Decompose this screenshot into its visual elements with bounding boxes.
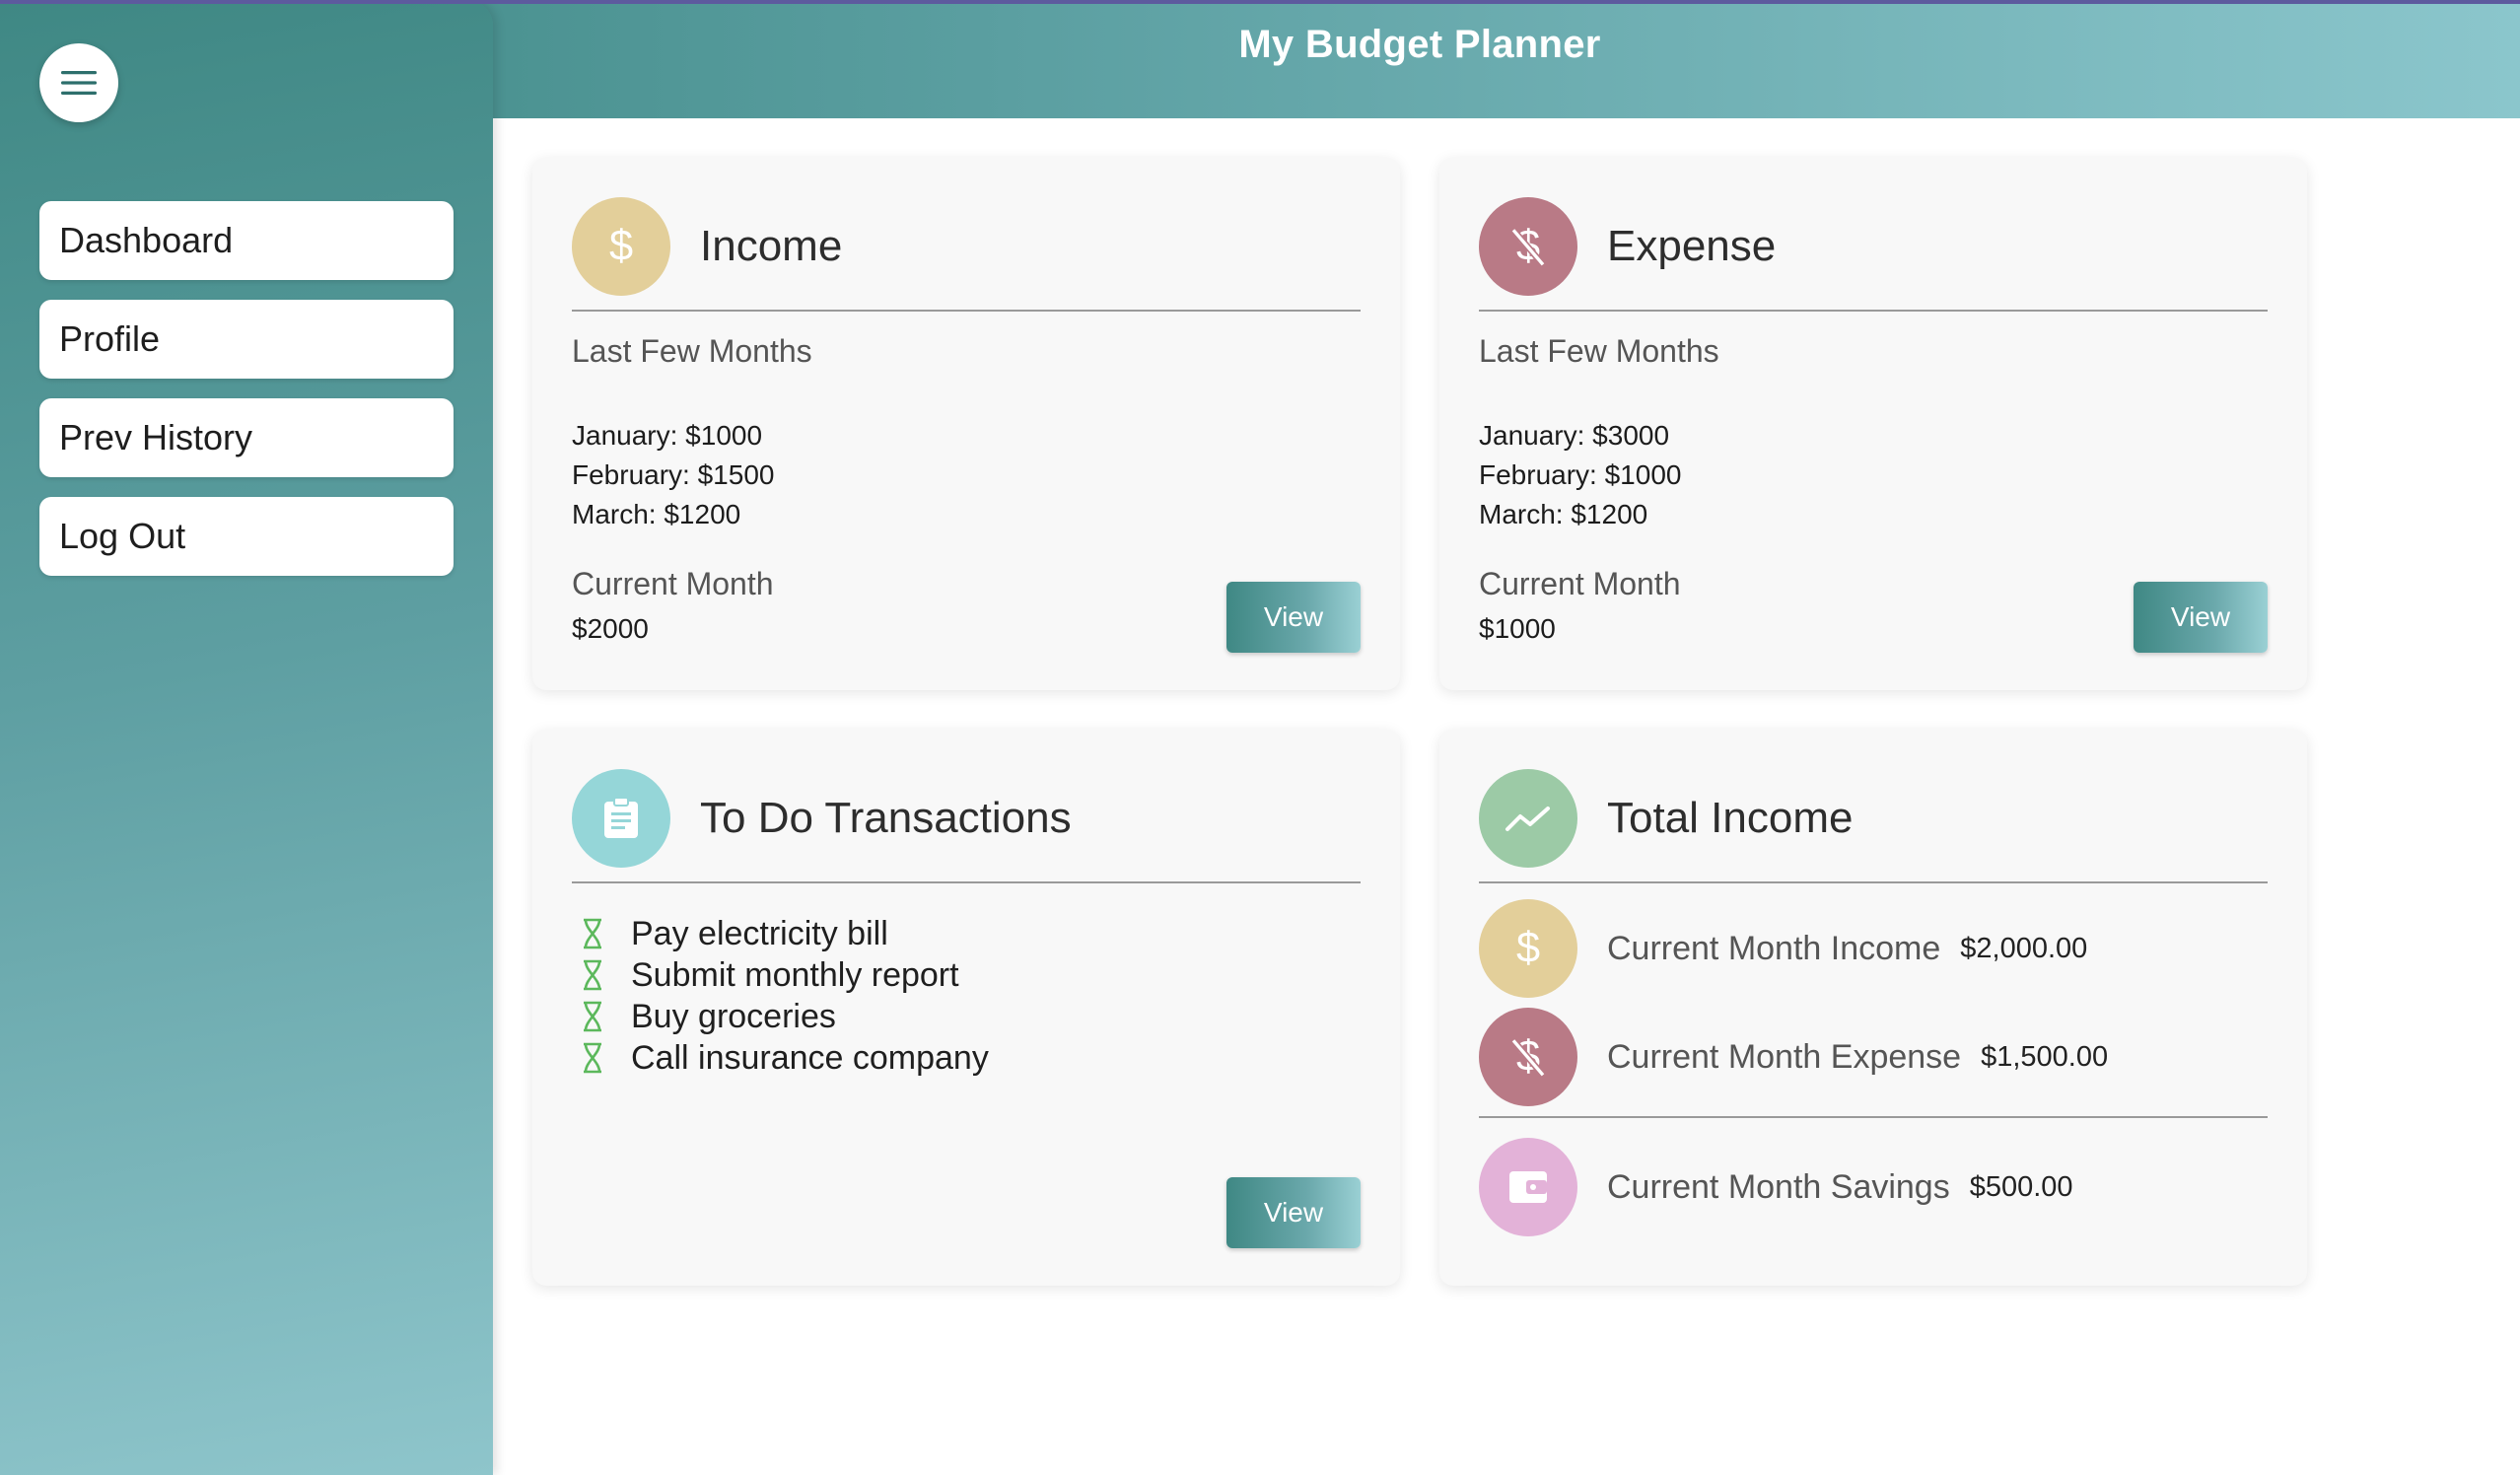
top-edge-line [0,0,2520,4]
todo-item: Pay electricity bill [582,913,989,954]
sidebar-item-prev-history[interactable]: Prev History [39,398,454,477]
total-row-label: Current Month Income [1607,929,1941,967]
total-row-savings: Current Month Savings $500.00 [1479,1138,2268,1236]
income-icon-circle: $ [1479,899,1577,998]
total-row-income: $ Current Month Income $2,000.00 [1479,899,2268,998]
total-row-label: Current Month Expense [1607,1037,1962,1076]
expense-view-button[interactable]: View [2134,582,2268,653]
income-title: Income [700,222,843,270]
hourglass-icon [582,1001,605,1032]
income-month-item: March: $1200 [572,499,741,529]
dollar-icon: $ [1516,924,1540,971]
todo-item-label: Pay electricity bill [631,914,888,952]
expense-icon-circle: $ [1479,1008,1577,1106]
todo-card: To Do Transactions Pay electricity bill … [532,730,1400,1286]
todo-divider [572,881,1361,883]
no-dollar-icon: $ [1510,222,1546,269]
expense-section-label: Last Few Months [1479,333,1719,369]
todo-item-label: Call insurance company [631,1038,989,1077]
hourglass-icon [582,918,605,949]
sidebar-item-profile[interactable]: Profile [39,300,454,379]
expense-month-item: February: $1000 [1479,459,1682,490]
total-mid-divider [1479,1116,2268,1118]
expense-current-label: Current Month [1479,566,1681,601]
income-section-label: Last Few Months [572,333,812,369]
expense-card: $ Expense Last Few Months January: $3000… [1439,158,2307,690]
income-current-label: Current Month [572,566,774,601]
todo-item: Submit monthly report [582,954,989,996]
income-card-header: $ Income [572,197,1361,296]
sidebar-item-label: Profile [59,318,161,359]
expense-card-header: $ Expense [1479,197,2268,296]
total-title: Total Income [1607,794,1854,842]
sidebar-item-dashboard[interactable]: Dashboard [39,201,454,280]
hamburger-menu-icon [61,71,97,95]
expense-icon-circle: $ [1479,197,1577,296]
trending-up-icon [1505,807,1550,831]
sidebar-item-label: Prev History [59,417,253,457]
income-month-list: January: $1000 February: $1500 March: $1… [572,416,774,534]
todo-item: Buy groceries [582,996,989,1037]
income-divider [572,310,1361,312]
expense-divider [1479,310,2268,312]
income-current-value: $2000 [572,613,649,644]
svg-text:$: $ [1516,924,1540,971]
todo-item-label: Submit monthly report [631,955,959,994]
todo-title: To Do Transactions [700,794,1072,842]
sidebar-item-log-out[interactable]: Log Out [39,497,454,576]
income-card: $ Income Last Few Months January: $1000 … [532,158,1400,690]
total-row-amount: $1,500.00 [1981,1040,2109,1073]
income-month-item: January: $1000 [572,420,763,451]
todo-item: Call insurance company [582,1037,989,1079]
sidebar-item-label: Dashboard [59,220,234,260]
todo-view-button[interactable]: View [1226,1177,1361,1248]
wallet-icon [1509,1171,1547,1203]
sidebar-item-label: Log Out [59,516,186,556]
expense-month-item: March: $1200 [1479,499,1648,529]
hourglass-icon [582,959,605,991]
todo-item-label: Buy groceries [631,997,836,1035]
no-dollar-icon: $ [1510,1032,1546,1080]
expense-month-list: January: $3000 February: $1000 March: $1… [1479,416,1681,534]
income-month-item: February: $1500 [572,459,775,490]
income-icon-circle: $ [572,197,670,296]
total-row-amount: $2,000.00 [1960,932,2088,964]
expense-month-item: January: $3000 [1479,420,1670,451]
sidebar: Dashboard Profile Prev History Log Out [0,0,493,1475]
total-row-expense: $ Current Month Expense $1,500.00 [1479,1008,2268,1106]
savings-icon-circle [1479,1138,1577,1236]
total-divider [1479,881,2268,883]
total-card-header: Total Income [1479,769,2268,868]
todo-list: Pay electricity bill Submit monthly repo… [582,913,989,1079]
expense-title: Expense [1607,222,1777,270]
dollar-icon: $ [609,222,633,269]
income-view-button[interactable]: View [1226,582,1361,653]
total-icon-circle [1479,769,1577,868]
todo-icon-circle [572,769,670,868]
total-income-card: Total Income $ Current Month Income $2,0… [1439,730,2307,1286]
hourglass-icon [582,1042,605,1074]
total-row-amount: $500.00 [1969,1170,2073,1203]
clipboard-icon [604,797,638,838]
svg-text:$: $ [609,222,633,269]
todo-card-header: To Do Transactions [572,769,1361,868]
expense-current-value: $1000 [1479,613,1556,644]
menu-toggle-button[interactable] [39,43,118,122]
total-row-label: Current Month Savings [1607,1167,1950,1206]
